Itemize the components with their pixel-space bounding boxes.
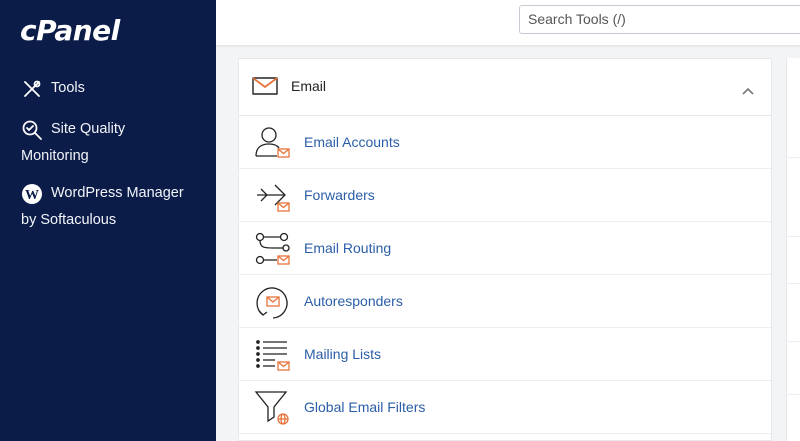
item-label[interactable]: Email Routing [304, 240, 391, 256]
magnifier-icon [21, 119, 43, 141]
sidebar: cPanel Tools Site Quality Monitoring W W… [0, 0, 216, 441]
list-item-email-accounts[interactable]: Email Accounts [239, 116, 771, 169]
search-input[interactable]: Search Tools (/) [519, 5, 800, 34]
envelope-icon [252, 76, 278, 101]
list-item-global-email-filters[interactable]: Global Email Filters [239, 381, 771, 434]
list-item-forwarders[interactable]: Forwarders [239, 169, 771, 222]
global-email-filters-icon [253, 389, 293, 427]
item-label[interactable]: Global Email Filters [304, 399, 425, 415]
divider [787, 157, 800, 158]
top-bar: Search Tools (/) [216, 0, 800, 46]
sidebar-item-wordpress-manager[interactable]: W WordPress Manager by Softaculous [21, 180, 184, 234]
section-header[interactable]: Email [239, 59, 771, 116]
mailing-lists-icon [253, 336, 293, 374]
email-routing-icon [253, 230, 293, 268]
sidebar-item-label: Site Quality [51, 121, 126, 137]
item-label[interactable]: Email Accounts [304, 134, 400, 150]
sidebar-item-label: Monitoring [21, 148, 89, 164]
chevron-up-icon[interactable] [742, 82, 754, 100]
autoresponders-icon [253, 283, 293, 321]
divider [787, 283, 800, 284]
divider [787, 236, 800, 237]
item-label[interactable]: Mailing Lists [304, 346, 381, 362]
list-item-autoresponders[interactable]: Autoresponders [239, 275, 771, 328]
list-item-mailing-lists[interactable]: Mailing Lists [239, 328, 771, 381]
forwarders-icon [253, 177, 293, 215]
divider [787, 394, 800, 395]
cpanel-logo[interactable]: cPanel [20, 14, 120, 47]
svg-text:W: W [25, 188, 39, 203]
wordpress-icon: W [21, 183, 43, 205]
right-column-partial [786, 58, 800, 441]
list-item-email-routing[interactable]: Email Routing [239, 222, 771, 275]
email-accounts-icon [253, 124, 293, 162]
sidebar-item-label: WordPress Manager [51, 185, 184, 201]
sidebar-item-tools[interactable]: Tools [21, 75, 85, 102]
email-section-panel: Email Email Accounts Forwarders Email Ro… [238, 58, 772, 441]
divider [787, 341, 800, 342]
item-label[interactable]: Forwarders [304, 187, 375, 203]
tools-icon [21, 78, 43, 100]
sidebar-item-label: by Softaculous [21, 212, 117, 228]
sidebar-item-site-quality-monitoring[interactable]: Site Quality Monitoring [21, 116, 125, 170]
item-label[interactable]: Autoresponders [304, 293, 403, 309]
sidebar-item-label: Tools [51, 80, 85, 96]
section-title: Email [291, 78, 327, 94]
